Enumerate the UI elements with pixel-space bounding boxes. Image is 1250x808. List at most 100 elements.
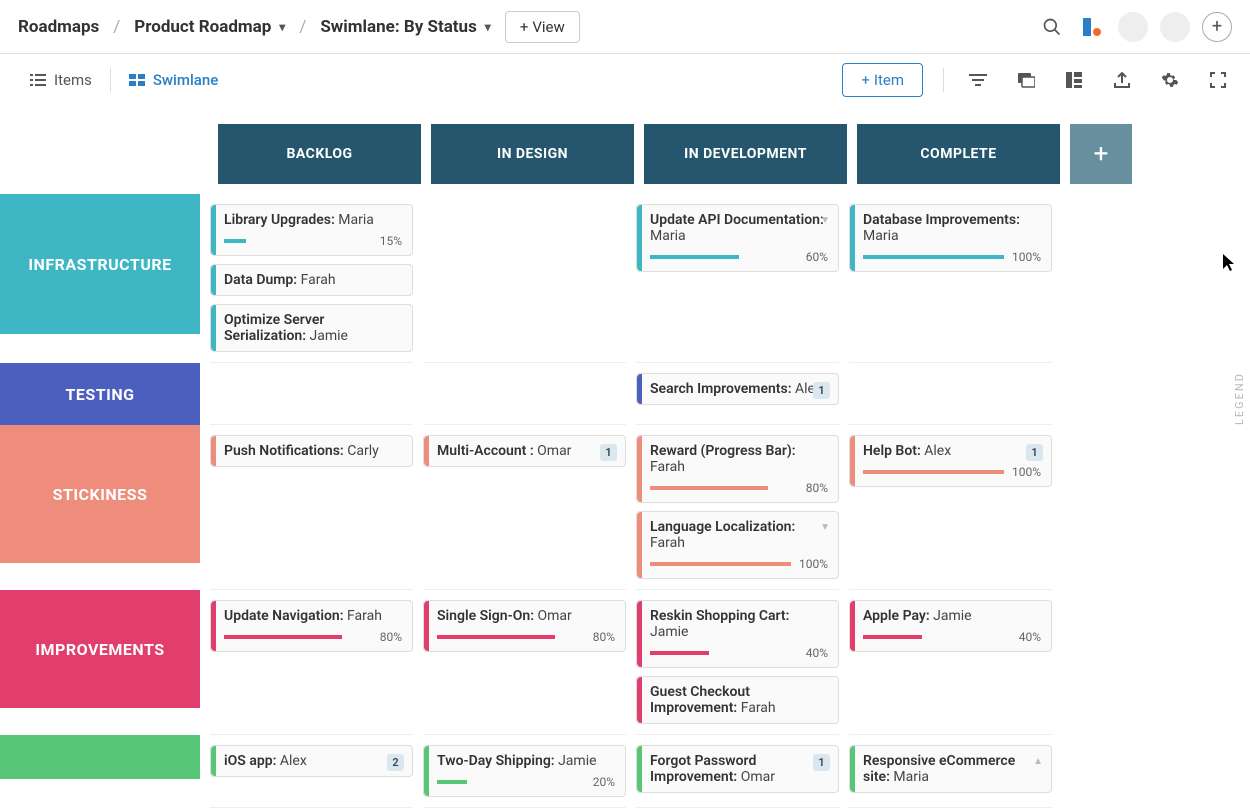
card-progress: 100%: [863, 465, 1041, 479]
breadcrumb-project[interactable]: Product Roadmap ▾: [134, 17, 285, 37]
card[interactable]: Data Dump: Farah: [210, 264, 413, 296]
lane-row: INFRASTRUCTURELibrary Upgrades: Maria15%…: [0, 194, 1250, 363]
lane-cell[interactable]: [423, 363, 626, 425]
lane-label-improvements[interactable]: IMPROVEMENTS: [0, 590, 200, 708]
lane-cell[interactable]: [849, 363, 1052, 425]
lane-cell[interactable]: 2iOS app: Alex: [210, 735, 413, 808]
card-body: Forgot Password Improvement: Omar: [642, 746, 838, 792]
lane-row: IMPROVEMENTSUpdate Navigation: Farah80%S…: [0, 590, 1250, 735]
card-title: Single Sign-On:: [437, 608, 537, 624]
add-view-button[interactable]: + View: [505, 11, 580, 43]
column-header-design[interactable]: IN DESIGN: [431, 124, 634, 184]
card-body: Multi-Account : Omar: [429, 436, 625, 466]
export-icon[interactable]: [1108, 66, 1136, 94]
lane-label-infra[interactable]: INFRASTRUCTURE: [0, 194, 200, 334]
card[interactable]: Apple Pay: Jamie40%: [849, 600, 1052, 652]
card-badge: 1: [1026, 444, 1043, 461]
card[interactable]: Two-Day Shipping: Jamie20%: [423, 745, 626, 797]
card-owner: Farah: [650, 535, 685, 551]
card[interactable]: Single Sign-On: Omar 80%: [423, 600, 626, 652]
cards-icon[interactable]: [1012, 66, 1040, 94]
avatar[interactable]: [1118, 12, 1148, 42]
breadcrumb-view[interactable]: Swimlane: By Status ▾: [320, 17, 490, 37]
breadcrumb-root[interactable]: Roadmaps: [18, 17, 99, 37]
lane-cell[interactable]: Two-Day Shipping: Jamie20%: [423, 735, 626, 808]
lane-label-testing[interactable]: TESTING: [0, 363, 200, 425]
card-progress-pct: 80%: [593, 630, 615, 644]
card[interactable]: 1Search Improvements: Alex: [636, 373, 839, 405]
lane-cell[interactable]: [210, 363, 413, 425]
add-item-button[interactable]: + Item: [842, 63, 923, 97]
card-body: Database Improvements: Maria100%: [855, 205, 1051, 271]
lane-cell[interactable]: 1Forgot Password Improvement: Omar: [636, 735, 839, 808]
card[interactable]: 1Help Bot: Alex100%: [849, 435, 1052, 487]
fullscreen-icon[interactable]: [1204, 66, 1232, 94]
card[interactable]: ▼Language Localization: Farah100%: [636, 511, 839, 579]
card-owner: Alex: [924, 443, 951, 459]
card-body: Search Improvements: Alex: [642, 374, 838, 404]
card[interactable]: 1Forgot Password Improvement: Omar: [636, 745, 839, 793]
card[interactable]: Database Improvements: Maria100%: [849, 204, 1052, 272]
card[interactable]: Library Upgrades: Maria15%: [210, 204, 413, 256]
chevron-down-icon: ▾: [485, 20, 491, 34]
card[interactable]: Push Notifications: Carly: [210, 435, 413, 467]
search-icon[interactable]: [1038, 13, 1066, 41]
breadcrumb-separator: /: [299, 17, 306, 37]
card-body: Two-Day Shipping: Jamie20%: [429, 746, 625, 796]
card[interactable]: Reward (Progress Bar): Farah80%: [636, 435, 839, 503]
lane-cell[interactable]: Reskin Shopping Cart: Jamie40% Guest Chec…: [636, 590, 839, 735]
lane-cell[interactable]: Reward (Progress Bar): Farah80% ▼Language…: [636, 425, 839, 590]
lane-cell[interactable]: Database Improvements: Maria100%: [849, 194, 1052, 363]
view-toggle-swimlane[interactable]: Swimlane: [117, 65, 230, 95]
add-item-label: Item: [874, 71, 904, 89]
gear-icon[interactable]: [1156, 66, 1184, 94]
card-body: Optimize Server Serialization: Jamie: [216, 305, 412, 351]
lane-cell[interactable]: ▼Update API Documentation: Maria60%: [636, 194, 839, 363]
card-owner: Farah: [741, 700, 776, 716]
card-body: Data Dump: Farah: [216, 265, 412, 295]
lane-cell[interactable]: [423, 194, 626, 363]
card[interactable]: 2iOS app: Alex: [210, 745, 413, 777]
card-owner: Omar: [537, 608, 571, 624]
lane-cell[interactable]: 1Help Bot: Alex100%: [849, 425, 1052, 590]
card-title: Language Localization:: [650, 519, 795, 535]
card-progress: 80%: [437, 630, 615, 644]
divider: [943, 68, 944, 92]
column-header-dev[interactable]: IN DEVELOPMENT: [644, 124, 847, 184]
card[interactable]: Optimize Server Serialization: Jamie: [210, 304, 413, 352]
card-progress-pct: 80%: [806, 481, 828, 495]
card[interactable]: ▲Responsive eCommerce site: Maria: [849, 745, 1052, 793]
lane-cell[interactable]: Push Notifications: Carly: [210, 425, 413, 590]
card-progress: 60%: [650, 250, 828, 264]
lane-cell[interactable]: Single Sign-On: Omar 80%: [423, 590, 626, 735]
column-header-backlog[interactable]: BACKLOG: [218, 124, 421, 184]
lane-cell[interactable]: 1Search Improvements: Alex: [636, 363, 839, 425]
plus-icon: +: [1212, 16, 1222, 37]
view-items-label: Items: [54, 71, 92, 89]
avatar[interactable]: [1160, 12, 1190, 42]
layout-icon[interactable]: [1060, 66, 1088, 94]
card-title: Apple Pay:: [863, 608, 933, 624]
legend-tab[interactable]: LEGEND: [1229, 366, 1250, 431]
lane-label-stickiness[interactable]: STICKINESS: [0, 425, 200, 563]
card[interactable]: ▼Update API Documentation: Maria60%: [636, 204, 839, 272]
add-button[interactable]: +: [1202, 12, 1232, 42]
filter-icon[interactable]: [964, 66, 992, 94]
lane-cell[interactable]: ▲Responsive eCommerce site: Maria: [849, 735, 1052, 808]
lane-label-platform[interactable]: [0, 735, 200, 779]
lane-cell[interactable]: Library Upgrades: Maria15% Data Dump: Far…: [210, 194, 413, 363]
card[interactable]: Update Navigation: Farah80%: [210, 600, 413, 652]
lane-cell[interactable]: Apple Pay: Jamie40%: [849, 590, 1052, 735]
view-toggle-items[interactable]: Items: [18, 65, 104, 95]
card-body: Push Notifications: Carly: [216, 436, 412, 466]
breadcrumb-root-label: Roadmaps: [18, 17, 99, 37]
card[interactable]: Reskin Shopping Cart: Jamie40%: [636, 600, 839, 668]
lane-cell[interactable]: Update Navigation: Farah80%: [210, 590, 413, 735]
card[interactable]: 1Multi-Account : Omar: [423, 435, 626, 467]
add-column-button[interactable]: +: [1070, 124, 1132, 184]
column-header-complete[interactable]: COMPLETE: [857, 124, 1060, 184]
caret-up-icon: ▲: [1033, 756, 1043, 767]
card[interactable]: Guest Checkout Improvement: Farah: [636, 676, 839, 724]
lane-cell[interactable]: 1Multi-Account : Omar: [423, 425, 626, 590]
card-body: Guest Checkout Improvement: Farah: [642, 677, 838, 723]
